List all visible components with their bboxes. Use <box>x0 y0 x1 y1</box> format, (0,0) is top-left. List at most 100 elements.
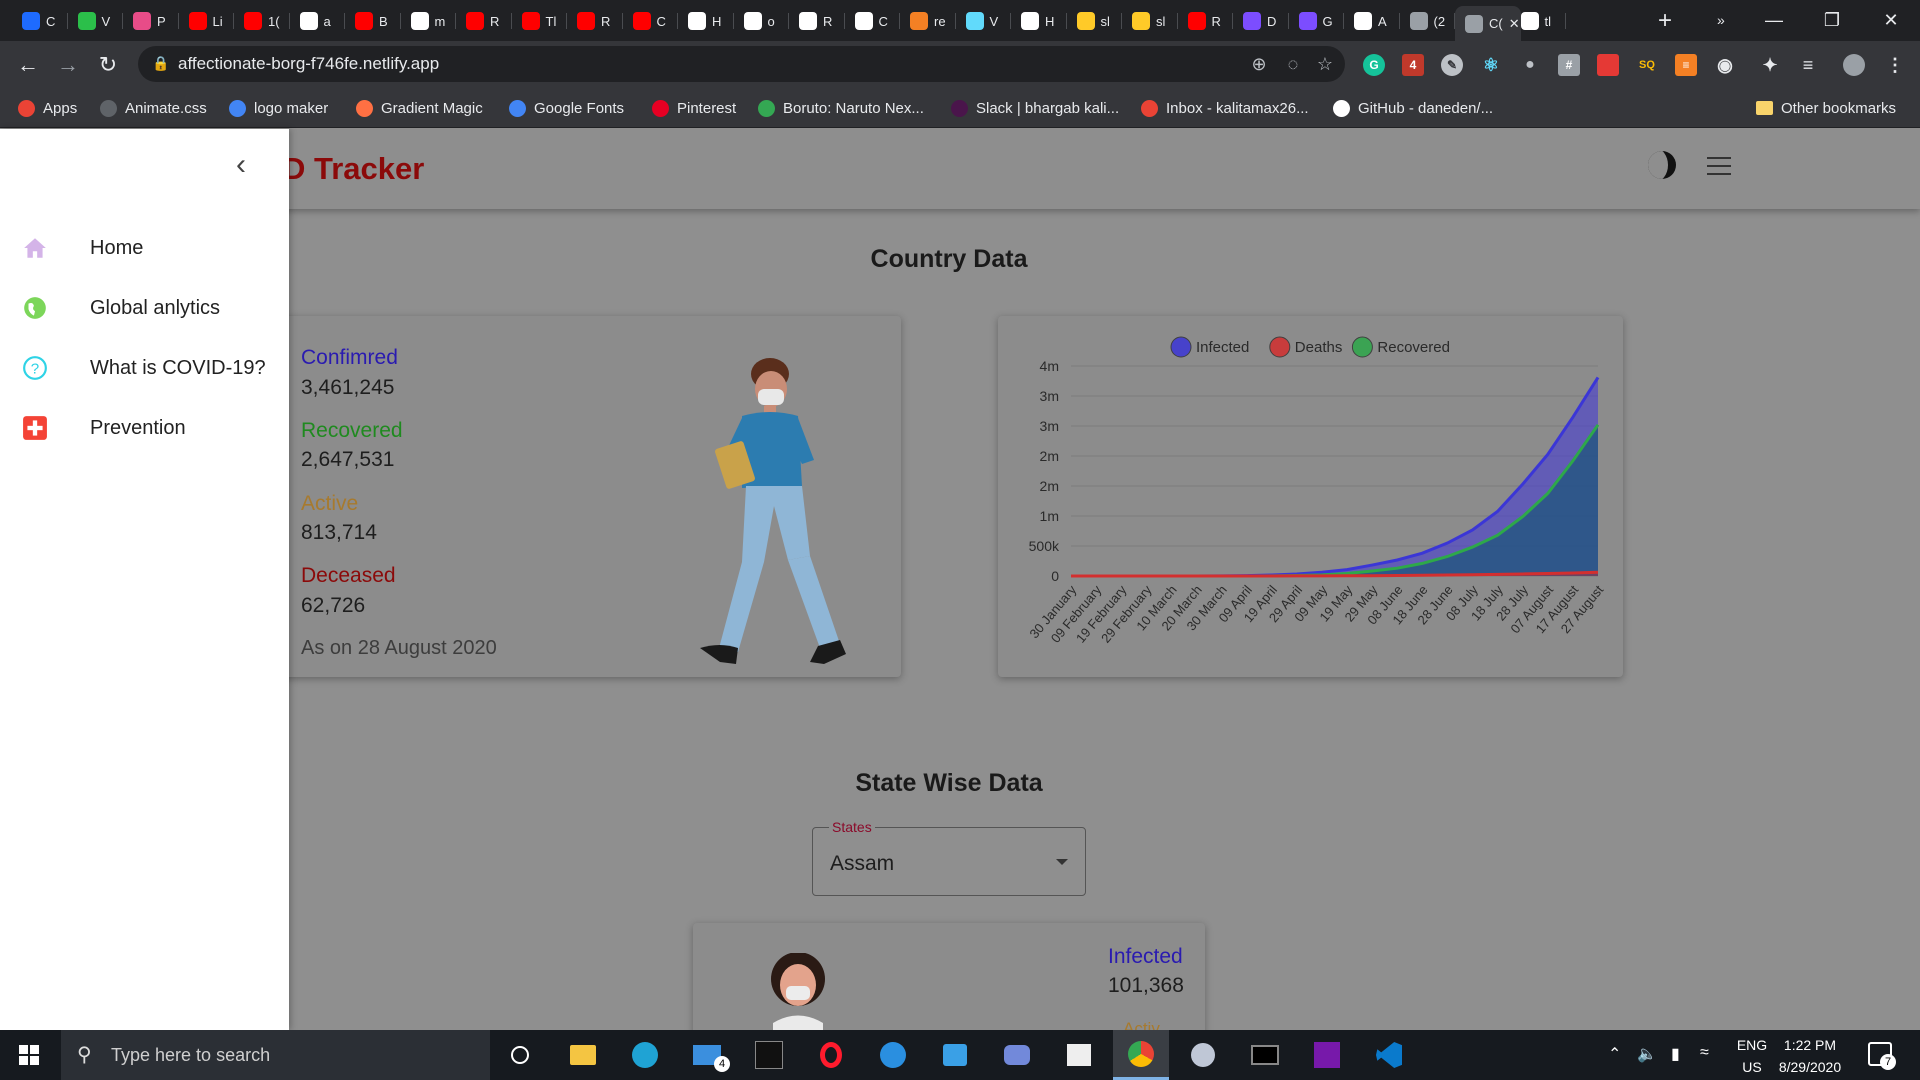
wifi-icon[interactable]: ≈ <box>1700 1044 1709 1062</box>
bookmark-item[interactable]: GitHub - daneden/... <box>1333 88 1493 128</box>
file-explorer-icon[interactable] <box>555 1030 611 1080</box>
pubg-icon[interactable] <box>741 1030 797 1080</box>
browser-tab[interactable]: sl <box>1122 5 1178 37</box>
opera-icon[interactable] <box>803 1030 859 1080</box>
browser-tab[interactable]: H <box>678 5 734 37</box>
bookmark-item[interactable]: Animate.css <box>100 88 207 128</box>
chrome-icon[interactable] <box>1113 1030 1169 1080</box>
language-indicator[interactable]: ENG US <box>1734 1037 1770 1075</box>
bookmark-item[interactable]: Google Fonts <box>509 88 624 128</box>
browser-tab[interactable]: (2 <box>1400 5 1455 37</box>
browser-tab[interactable]: V <box>956 5 1011 37</box>
tab-title: G <box>1322 13 1333 29</box>
browser-tab[interactable]: R <box>567 5 623 37</box>
browser-tab[interactable]: H <box>1011 5 1067 37</box>
restore-button[interactable]: ❐ <box>1803 0 1861 40</box>
browser-tab[interactable]: V <box>68 5 123 37</box>
kebab-menu-icon[interactable]: ⋮ <box>1884 54 1906 76</box>
forward-icon[interactable]: → <box>52 49 84 81</box>
terminal-icon[interactable] <box>1237 1030 1293 1080</box>
mail-icon[interactable]: 4 <box>679 1030 735 1080</box>
sq-extension-icon[interactable]: SQ <box>1636 54 1658 76</box>
sidebar-item-global-analytics[interactable]: Global anlytics <box>0 283 289 333</box>
volume-icon[interactable]: 🔈 <box>1637 1044 1657 1064</box>
bookmark-item[interactable]: Inbox - kalitamax26... <box>1141 88 1309 128</box>
bookmark-item[interactable]: Apps <box>18 88 77 128</box>
hidden-eye-icon[interactable]: ◌ <box>1283 54 1303 74</box>
sidebar-item-prevention[interactable]: Prevention <box>0 403 289 453</box>
back-icon[interactable]: ← <box>12 49 44 81</box>
browser-tab[interactable]: Li <box>179 5 234 37</box>
browser-tab[interactable]: C <box>12 5 68 37</box>
browser-tab[interactable]: G <box>1289 5 1344 37</box>
address-bar[interactable]: 🔒 affectionate-borg-f746fe.netlify.app ⊕… <box>138 46 1345 82</box>
state-select[interactable]: States Assam <box>812 819 1086 896</box>
store-icon[interactable] <box>1051 1030 1107 1080</box>
cortana-icon[interactable] <box>492 1030 548 1080</box>
browser-tab[interactable]: 1( <box>234 5 290 37</box>
extensions-puzzle-icon[interactable]: ✦ <box>1759 54 1781 76</box>
location-extension-icon[interactable]: ● <box>1519 54 1541 76</box>
bookmark-item[interactable]: Slack | bhargab kali... <box>951 88 1119 128</box>
new-tab-button[interactable]: + <box>1652 8 1678 34</box>
onenote-icon[interactable] <box>1299 1030 1355 1080</box>
browser-tab[interactable]: R <box>456 5 512 37</box>
bookmark-item[interactable]: logo maker <box>229 88 328 128</box>
battery-icon[interactable]: ▮ <box>1671 1044 1680 1064</box>
browser-tab[interactable]: sl <box>1067 5 1122 37</box>
browser-tab[interactable]: D <box>1233 5 1289 37</box>
bookmark-item[interactable]: Boruto: Naruto Nex... <box>758 88 924 128</box>
dark-mode-toggle-icon[interactable] <box>1648 151 1676 179</box>
media-control-icon[interactable]: ≡ <box>1797 54 1819 76</box>
y-tick-label: 3m <box>1040 388 1059 404</box>
sidebar-item-home[interactable]: Home <box>0 223 289 273</box>
sidebar-item-what-is-covid[interactable]: ? What is COVID-19? <box>0 343 289 393</box>
discord-icon[interactable] <box>989 1030 1045 1080</box>
other-bookmarks-folder[interactable]: Other bookmarks <box>1756 88 1896 128</box>
hamburger-menu-icon[interactable] <box>1707 157 1731 175</box>
browser-tab[interactable]: tl <box>1511 5 1566 37</box>
browser-tab[interactable]: Tl <box>512 5 567 37</box>
more-bookmarks-icon[interactable]: » <box>1717 0 1725 40</box>
bookmark-item[interactable]: Pinterest <box>652 88 736 128</box>
taskbar-search-box[interactable]: ⚲ Type here to search <box>61 1030 490 1080</box>
vscode-icon[interactable] <box>1361 1030 1417 1080</box>
bookmark-star-icon[interactable]: ☆ <box>1315 54 1335 74</box>
windows-start-icon[interactable] <box>0 1030 58 1080</box>
chevron-left-icon[interactable]: ‹ <box>236 150 256 180</box>
target-extension-icon[interactable]: ◉ <box>1714 54 1736 76</box>
pen-extension-icon[interactable]: ✎ <box>1441 54 1463 76</box>
hash-extension-icon[interactable]: # <box>1558 54 1580 76</box>
browser-tab[interactable]: P <box>123 5 179 37</box>
clock[interactable]: 1:22 PM 8/29/2020 <box>1772 1037 1848 1075</box>
snip-tool-icon[interactable] <box>1175 1030 1231 1080</box>
profile-avatar[interactable] <box>1843 54 1865 76</box>
browser-tab[interactable]: R <box>1178 5 1233 37</box>
firefox-icon[interactable] <box>865 1030 921 1080</box>
browser-tab[interactable]: R <box>789 5 845 37</box>
notification-center-icon[interactable]: 7 <box>1868 1042 1896 1070</box>
browser-tab[interactable]: B <box>345 5 401 37</box>
edge-browser-icon[interactable] <box>617 1030 673 1080</box>
bookmark-item[interactable]: Gradient Magic <box>356 88 483 128</box>
stack-extension-icon[interactable]: ≡ <box>1675 54 1697 76</box>
tab-favicon-icon <box>965 12 984 30</box>
reload-icon[interactable]: ↻ <box>92 49 124 81</box>
browser-tab[interactable]: C <box>623 5 678 37</box>
abp-extension-icon[interactable]: 4 <box>1402 54 1424 76</box>
browser-tab[interactable]: o <box>734 5 789 37</box>
add-to-page-icon[interactable]: ⊕ <box>1249 54 1269 74</box>
red-extension-icon[interactable] <box>1597 54 1619 76</box>
react-devtools-icon[interactable]: ⚛ <box>1480 54 1502 76</box>
tray-chevron-icon[interactable]: ⌃ <box>1608 1044 1621 1064</box>
grammarly-extension-icon[interactable]: G <box>1363 54 1385 76</box>
browser-tab[interactable]: re <box>900 5 956 37</box>
close-window-button[interactable]: ✕ <box>1862 0 1920 40</box>
browser-tab[interactable]: C <box>845 5 900 37</box>
video-player-icon[interactable] <box>927 1030 983 1080</box>
browser-tab[interactable]: a <box>290 5 345 37</box>
minimize-button[interactable]: — <box>1745 0 1803 40</box>
browser-tab[interactable]: A <box>1344 5 1400 37</box>
browser-tab[interactable]: m <box>401 5 456 37</box>
bookmark-icon <box>100 99 117 117</box>
